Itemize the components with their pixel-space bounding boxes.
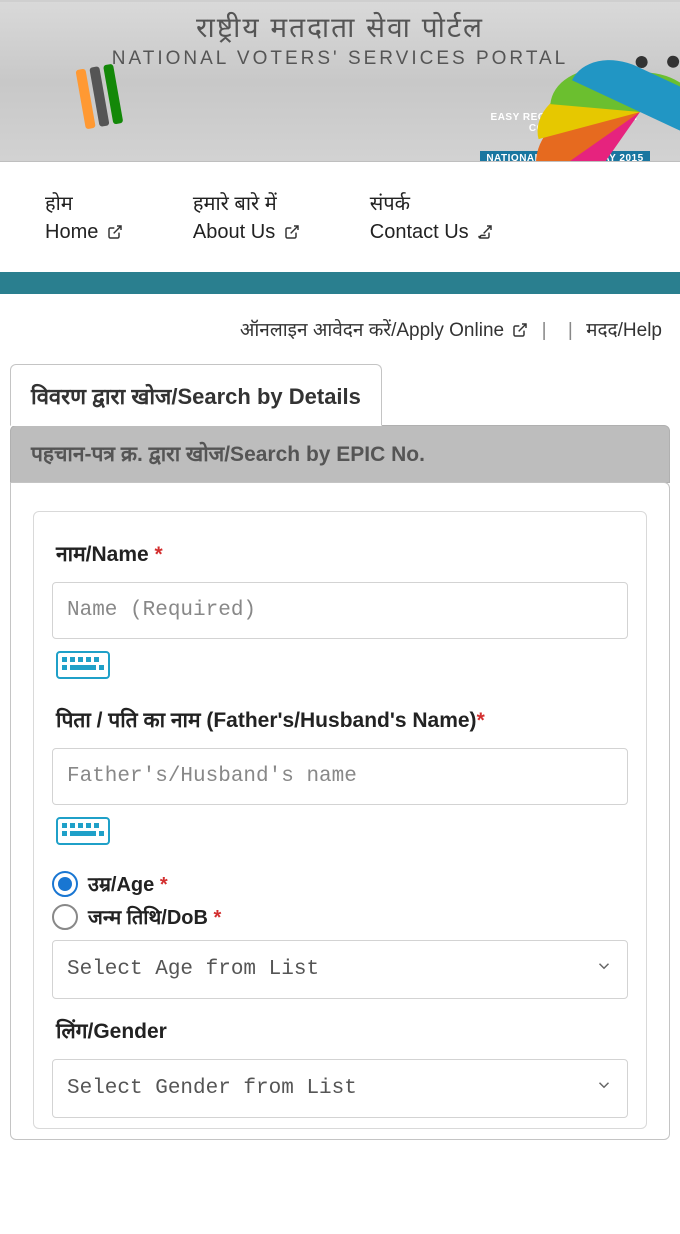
external-link-icon xyxy=(512,322,528,344)
nav-contact[interactable]: संपर्क Contact Us xyxy=(370,190,494,248)
eci-logo xyxy=(80,62,170,152)
nav-home[interactable]: होम Home xyxy=(45,190,123,248)
nav-about[interactable]: हमारे बारे में About Us xyxy=(193,190,300,248)
gender-select-value: Select Gender from List xyxy=(67,1077,357,1100)
divider-bar xyxy=(0,272,680,294)
nav-home-english: Home xyxy=(45,221,98,243)
radio-age[interactable]: उम्र/Age * xyxy=(52,870,628,897)
external-link-icon xyxy=(107,220,123,248)
gender-select[interactable]: Select Gender from List xyxy=(52,1059,628,1118)
gender-label: लिंग/Gender xyxy=(56,1017,628,1045)
header-banner: राष्ट्रीय मतदाता सेवा पोर्टल NATIONAL VO… xyxy=(0,2,680,162)
help-link[interactable]: मदद/Help xyxy=(586,320,662,341)
age-select-value: Select Age from List xyxy=(67,958,319,981)
nav-about-english: About Us xyxy=(193,221,275,243)
external-link-icon xyxy=(477,220,493,248)
name-label: नाम/Name * xyxy=(56,540,628,568)
external-link-icon xyxy=(284,220,300,248)
tab-search-by-details[interactable]: विवरण द्वारा खोज/Search by Details xyxy=(10,364,382,426)
father-husband-label: पिता / पति का नाम (Father's/Husband's Na… xyxy=(56,706,628,734)
age-select[interactable]: Select Age from List xyxy=(52,940,628,999)
nav-home-hindi: होम xyxy=(45,190,123,218)
search-form-panel: नाम/Name * पिता / पति का नाम (Father's/H… xyxy=(10,482,670,1140)
radio-unselected-icon xyxy=(52,904,78,930)
radio-dob[interactable]: जन्म तिथि/DoB * xyxy=(52,903,628,930)
age-radio-label: उम्र/Age xyxy=(88,874,154,896)
secondary-links: ऑनलाइन आवेदन करें/Apply Online | | मदद/H… xyxy=(0,294,680,364)
virtual-keyboard-button[interactable] xyxy=(56,651,110,679)
main-nav: होम Home हमारे बारे में About Us संपर्क … xyxy=(0,162,680,272)
chevron-down-icon xyxy=(595,1076,613,1101)
separator: | xyxy=(568,320,573,341)
radio-selected-icon xyxy=(52,871,78,897)
nav-contact-hindi: संपर्क xyxy=(370,190,494,218)
name-input[interactable] xyxy=(52,582,628,639)
father-husband-input[interactable] xyxy=(52,748,628,805)
nav-contact-english: Contact Us xyxy=(370,221,469,243)
virtual-keyboard-button[interactable] xyxy=(56,817,110,845)
tab-search-by-epic[interactable]: पहचान-पत्र क्र. द्वारा खोज/Search by EPI… xyxy=(10,425,670,483)
apply-online-link[interactable]: ऑनलाइन आवेदन करें/Apply Online xyxy=(240,320,534,341)
search-form: नाम/Name * पिता / पति का नाम (Father's/H… xyxy=(33,511,647,1129)
nvd-graphic: EASY REGISTRATION, EASY CORRECTION सहज प… xyxy=(480,57,650,162)
portal-title-hindi: राष्ट्रीय मतदाता सेवा पोर्टल xyxy=(0,8,680,46)
dob-radio-label: जन्म तिथि/DoB xyxy=(88,907,208,929)
separator: | xyxy=(542,320,547,341)
chevron-down-icon xyxy=(595,957,613,982)
nav-about-hindi: हमारे बारे में xyxy=(193,190,300,218)
apply-online-label: ऑनलाइन आवेदन करें/Apply Online xyxy=(240,320,504,341)
